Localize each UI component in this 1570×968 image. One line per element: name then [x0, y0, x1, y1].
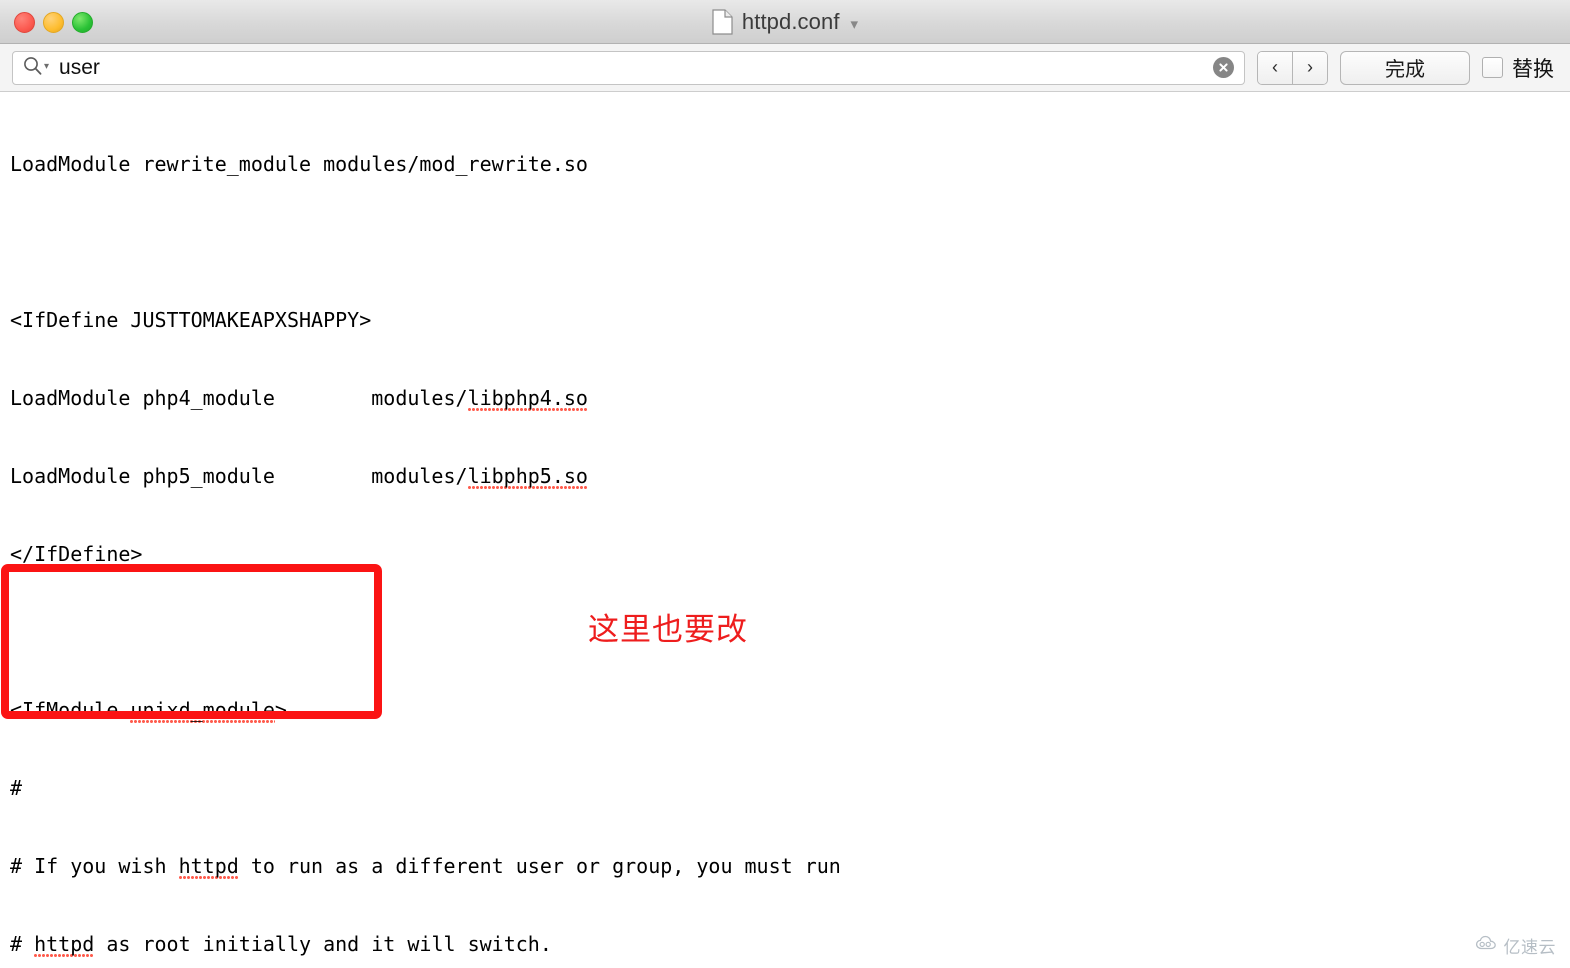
text-editor-window: httpd.conf ▾ ▾ user ‹ › 完成 替换 LoadModule… — [0, 0, 1570, 968]
replace-toggle-group[interactable]: 替换 — [1482, 53, 1558, 83]
done-button[interactable]: 完成 — [1340, 50, 1470, 85]
code-line: # If you wish httpd to run as a differen… — [10, 854, 841, 880]
window-titlebar: httpd.conf ▾ — [0, 0, 1570, 44]
previous-match-button[interactable]: ‹ — [1258, 51, 1293, 84]
close-button[interactable] — [14, 11, 35, 33]
minimize-button[interactable] — [43, 11, 64, 33]
spellcheck-word: libphp4.so — [467, 386, 588, 412]
search-icon — [23, 56, 42, 80]
search-input[interactable]: user — [59, 57, 1213, 78]
document-icon — [712, 9, 733, 35]
next-match-button[interactable]: › — [1293, 51, 1327, 84]
chevron-down-icon[interactable]: ▾ — [851, 17, 859, 32]
annotation-note-text: 这里也要改 — [588, 612, 748, 648]
replace-checkbox[interactable] — [1482, 57, 1503, 78]
clear-search-button[interactable] — [1213, 57, 1234, 78]
traffic-lights — [14, 0, 93, 44]
text-editor-area[interactable]: LoadModule rewrite_module modules/mod_re… — [0, 92, 1570, 968]
watermark: 亿速云 — [1475, 933, 1557, 958]
config-file-content[interactable]: LoadModule rewrite_module modules/mod_re… — [10, 99, 1570, 968]
search-options-group[interactable]: ▾ — [23, 56, 49, 80]
chevron-down-icon[interactable]: ▾ — [44, 61, 49, 72]
code-line: LoadModule php5_module modules/libphp5.s… — [10, 464, 588, 490]
watermark-text: 亿速云 — [1503, 938, 1556, 958]
code-line: <IfDefine JUSTTOMAKEAPXSHAPPY> — [10, 308, 372, 332]
window-title: httpd.conf — [741, 9, 840, 34]
search-field[interactable]: ▾ user — [12, 50, 1245, 85]
spellcheck-word: unixd_module — [130, 698, 275, 724]
find-navigation-group: ‹ › — [1257, 50, 1328, 85]
spellcheck-word: httpd — [178, 854, 239, 880]
spellcheck-word: httpd — [34, 932, 95, 958]
code-line: # httpd as root initially and it will sw… — [10, 932, 552, 958]
replace-label: 替换 — [1512, 57, 1554, 81]
code-line: LoadModule php4_module modules/libphp4.s… — [10, 386, 588, 412]
find-toolbar: ▾ user ‹ › 完成 替换 — [0, 44, 1570, 92]
spellcheck-word: libphp5.so — [467, 464, 588, 490]
code-line: </IfDefine> — [10, 542, 143, 566]
code-line: <IfModule unixd_module> — [10, 698, 287, 724]
maximize-button[interactable] — [72, 11, 93, 33]
cloud-logo-icon — [1475, 935, 1499, 956]
code-line: # — [10, 776, 23, 800]
code-line: LoadModule rewrite_module modules/mod_re… — [10, 152, 588, 176]
window-title-group: httpd.conf ▾ — [0, 0, 1570, 44]
